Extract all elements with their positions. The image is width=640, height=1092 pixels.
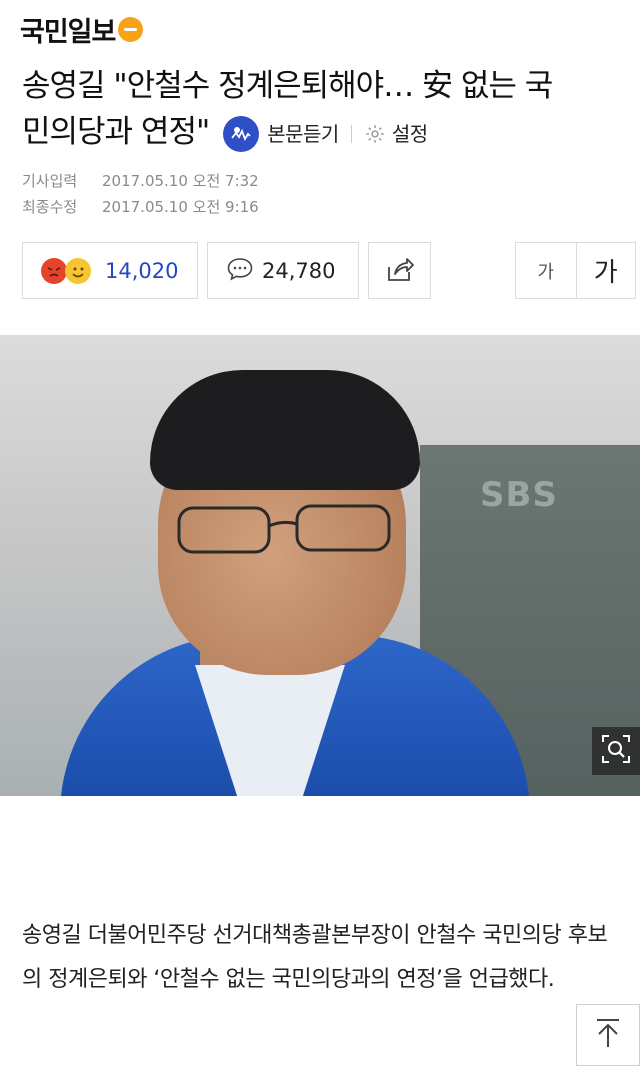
photo-hair — [150, 370, 420, 490]
title-line-1: 송영길 "안철수 정계은퇴해야… 安 없는 국 — [22, 68, 553, 104]
smile-circle-icon — [118, 17, 144, 42]
modified-row: 최종수정 2017.05.10 오전 9:16 — [22, 194, 259, 220]
article-photo[interactable]: SBS — [0, 335, 640, 796]
title-line-2: 민의당과 연정" — [22, 114, 210, 150]
top-bar: 국민일보 — [0, 0, 640, 58]
zoom-button[interactable] — [592, 727, 640, 775]
divider — [350, 124, 352, 143]
modified-value: 2017.05.10 오전 9:16 — [102, 198, 259, 216]
smile-emoji-icon — [65, 258, 91, 284]
comment-button[interactable]: 24,780 — [207, 242, 359, 299]
photo-glasses — [177, 504, 391, 554]
zoom-icon — [601, 734, 631, 768]
article-body: 송영길 더불어민주당 선거대책총괄본부장이 안철수 국민의당 후보의 정계은퇴와… — [22, 923, 608, 992]
angry-emoji-icon — [41, 258, 67, 284]
logo-text: 국민일보 — [20, 17, 116, 48]
reaction-button[interactable]: 14,020 — [22, 242, 198, 299]
article-title: 송영길 "안철수 정계은퇴해야… 安 없는 국 민의당과 연정" 본문듣기 설정 — [22, 63, 634, 157]
font-decrease-button[interactable]: 가 — [516, 243, 576, 298]
published-value: 2017.05.10 오전 7:32 — [102, 172, 259, 190]
font-size-controls: 가 가 — [515, 242, 636, 299]
share-icon — [385, 255, 415, 287]
photo-sign: SBS — [480, 475, 558, 515]
arrow-up-icon — [593, 1017, 623, 1053]
site-logo[interactable]: 국민일보 — [20, 10, 144, 49]
published-label: 기사입력 — [22, 172, 78, 190]
share-button[interactable] — [368, 242, 431, 299]
gear-icon[interactable] — [364, 123, 386, 145]
published-row: 기사입력 2017.05.10 오전 7:32 — [22, 168, 259, 194]
comment-count: 24,780 — [262, 258, 336, 283]
listen-icon[interactable] — [223, 115, 260, 152]
article-meta: 기사입력 2017.05.10 오전 7:32 최종수정 2017.05.10 오전… — [22, 168, 259, 220]
listen-button[interactable]: 본문듣기 — [267, 111, 339, 157]
font-increase-button[interactable]: 가 — [575, 243, 636, 298]
comment-icon — [226, 256, 254, 286]
scroll-top-button[interactable] — [576, 1004, 640, 1066]
reaction-count: 14,020 — [105, 258, 179, 283]
modified-label: 최종수정 — [22, 198, 78, 216]
settings-button[interactable]: 설정 — [392, 111, 428, 157]
listen-group: 본문듣기 설정 — [223, 111, 428, 157]
